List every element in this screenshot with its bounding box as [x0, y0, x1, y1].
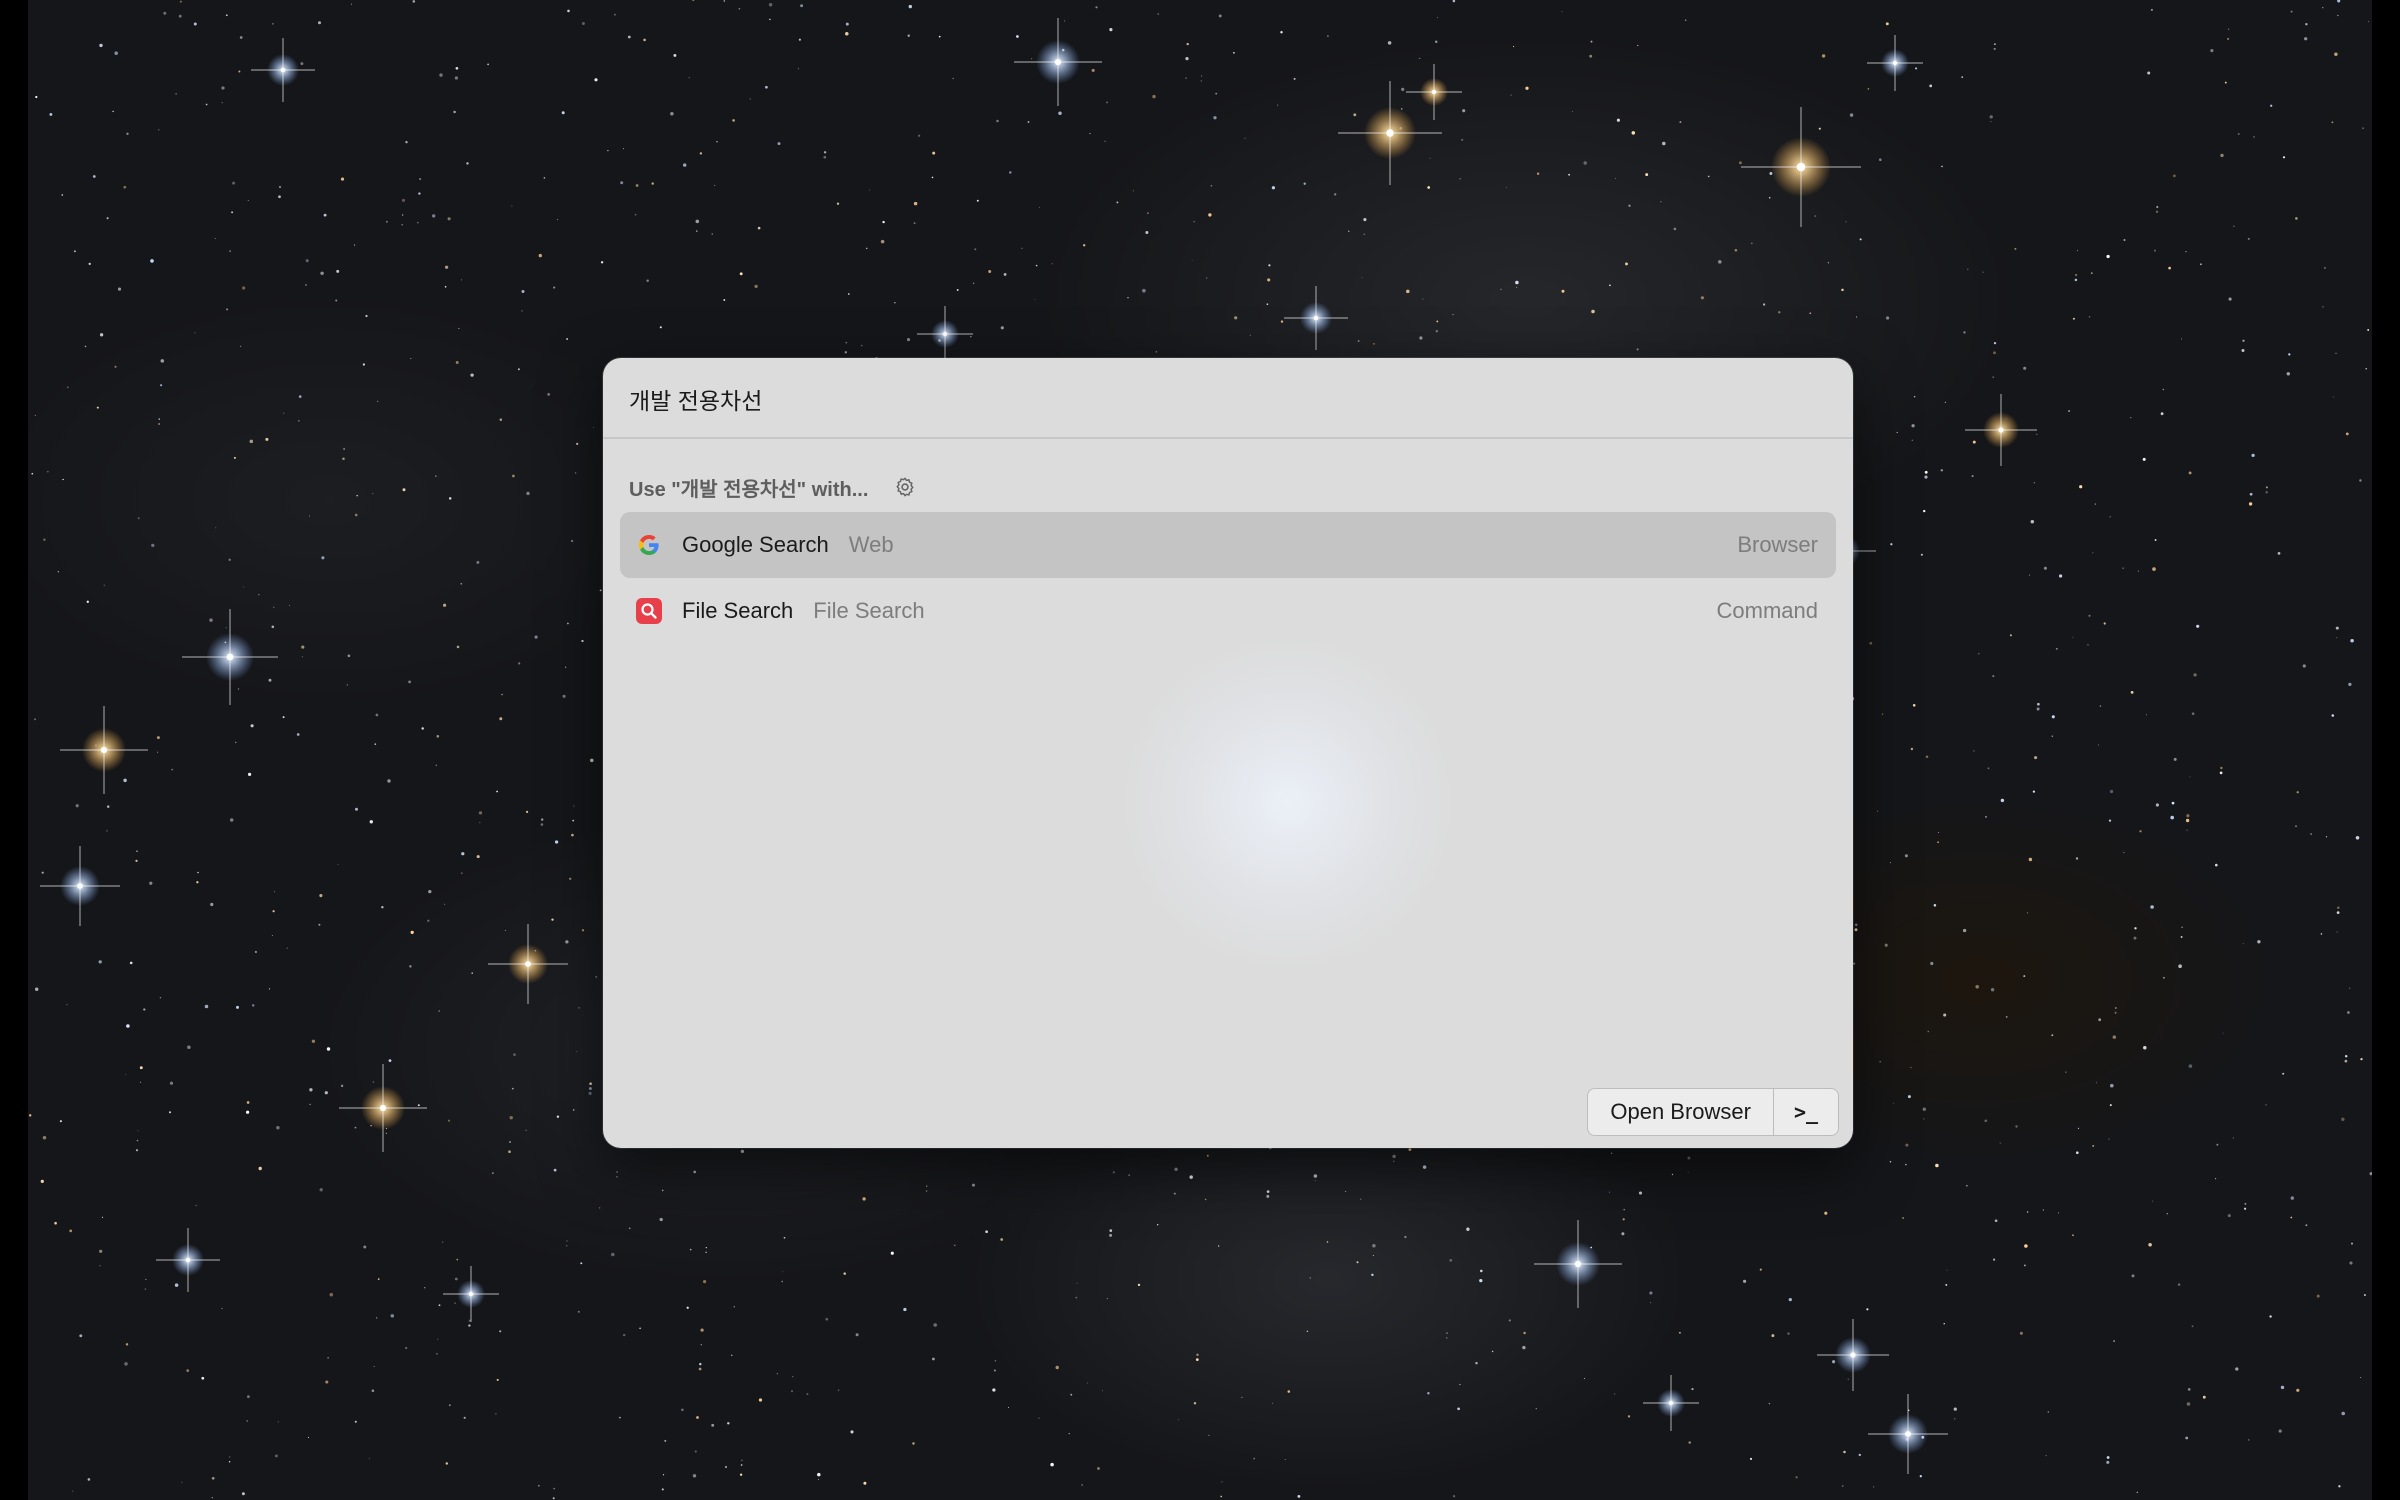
result-title: Google Search: [682, 532, 829, 557]
result-title: File Search: [682, 598, 794, 623]
section-title: Use "개발 전용차선" with...: [629, 478, 869, 501]
desktop-wallpaper: 개발 전용차선 Use "개발 전용차선" with... Google Sea…: [28, 0, 2372, 1500]
result-row-file-search[interactable]: File Search File Search Command: [620, 578, 1836, 644]
terminal-icon[interactable]: >_: [1774, 1089, 1838, 1135]
gear-icon[interactable]: [894, 476, 916, 498]
launcher-window: 개발 전용차선 Use "개발 전용차선" with... Google Sea…: [603, 358, 1853, 1148]
action-bar: Open Browser >_: [1587, 1088, 1839, 1136]
file-search-icon: [636, 598, 662, 624]
result-subtitle: Web: [848, 532, 894, 557]
result-row-google-search[interactable]: Google Search Web Browser: [620, 512, 1836, 578]
section-header: Use "개발 전용차선" with...: [629, 472, 916, 502]
search-query-text[interactable]: 개발 전용차선: [629, 382, 762, 416]
search-bar[interactable]: 개발 전용차선: [603, 358, 1853, 439]
result-subtitle: File Search: [813, 598, 925, 623]
google-icon: [636, 532, 662, 558]
result-accessory: Browser: [1737, 532, 1818, 557]
open-browser-button[interactable]: Open Browser: [1588, 1089, 1774, 1135]
result-accessory: Command: [1716, 598, 1818, 623]
